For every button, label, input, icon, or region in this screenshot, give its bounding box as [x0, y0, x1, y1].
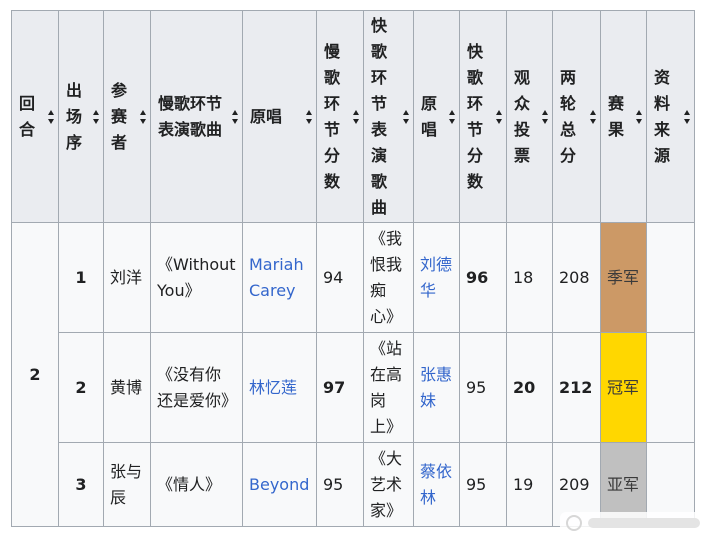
audience-cell: 18: [506, 222, 553, 333]
slow-song-title: 《没有你还是爱你》: [157, 364, 238, 410]
contestant-name: 黄博: [110, 377, 143, 397]
sort-icon: [306, 109, 313, 124]
fast-song-title: 《我恨我痴心》: [370, 228, 403, 326]
source-cell: [646, 332, 695, 443]
header-source[interactable]: 资料来源: [646, 10, 695, 223]
slow-song-title: 《Without You》: [157, 254, 236, 300]
header-slow-score[interactable]: 慢歌环节分数: [316, 10, 364, 223]
fast-score-cell: 95: [459, 442, 507, 527]
contestant-name: 张与辰: [110, 461, 143, 507]
result-label: 亚军: [607, 474, 640, 494]
fast-score: 96: [466, 267, 489, 287]
fast-original-link[interactable]: 刘德华: [414, 252, 459, 304]
slow-score-cell: 97: [316, 332, 364, 443]
fast-original-cell: 张惠妹: [413, 332, 460, 443]
sort-icon: [449, 109, 456, 124]
slow-song-title: 《情人》: [157, 474, 222, 494]
slow-original-link[interactable]: 林忆莲: [243, 375, 316, 401]
header-audience-vote[interactable]: 观众投票: [506, 10, 553, 223]
fast-score: 95: [466, 474, 487, 494]
sort-icon: [140, 109, 147, 124]
result-label: 冠军: [607, 377, 640, 397]
order-cell: 2: [58, 332, 104, 443]
source-cell: [646, 222, 695, 333]
slow-original-cell: Mariah Carey: [242, 222, 317, 333]
header-slow-original[interactable]: 原唱: [242, 10, 317, 223]
results-table: 回合 出场序 参赛者 慢歌环节表演歌曲 原唱 慢歌环节分数 快歌环节表演歌曲 原…: [11, 10, 695, 527]
contestant-name: 刘洋: [110, 267, 143, 287]
fast-original-link[interactable]: 蔡依林: [414, 459, 459, 511]
contestant-cell: 张与辰: [103, 442, 151, 527]
result-label: 季军: [607, 267, 640, 287]
header-fast-original[interactable]: 原唱: [413, 10, 460, 223]
header-contestant[interactable]: 参赛者: [103, 10, 151, 223]
contestant-cell: 刘洋: [103, 222, 151, 333]
fast-song-title: 《大艺术家》: [370, 448, 403, 520]
result-cell: 季军: [600, 222, 647, 333]
fast-original-cell: 刘德华: [413, 222, 460, 333]
sort-icon: [232, 109, 239, 124]
watermark-bar: [588, 518, 700, 528]
header-label: 慢歌环节表演歌曲: [158, 93, 223, 139]
fast-song-title: 《站在高岗上》: [370, 338, 403, 436]
result-cell: 冠军: [600, 332, 647, 443]
total-score: 208: [559, 267, 590, 287]
slow-original-cell: Beyond: [242, 442, 317, 527]
order-cell: 1: [58, 222, 104, 333]
sort-icon: [496, 109, 503, 124]
sort-icon: [542, 109, 549, 124]
audience-vote: 20: [513, 377, 536, 397]
header-slow-song[interactable]: 慢歌环节表演歌曲: [150, 10, 243, 223]
total-score: 212: [559, 377, 593, 397]
sort-icon: [403, 109, 410, 124]
audience-cell: 20: [506, 332, 553, 443]
order-cell: 3: [58, 442, 104, 527]
sort-icon: [636, 109, 643, 124]
header-round[interactable]: 回合: [11, 10, 59, 223]
sort-icon: [590, 109, 597, 124]
audience-vote: 18: [513, 267, 534, 287]
contestant-cell: 黄博: [103, 332, 151, 443]
header-total[interactable]: 两轮总分: [552, 10, 601, 223]
fast-score-cell: 96: [459, 222, 507, 333]
round-cell: 2: [11, 222, 59, 527]
table-row: 2 1 刘洋 《Without You》 Mariah Carey 94 《我恨…: [11, 222, 695, 527]
table-row: 2 黄博 《没有你还是爱你》 林忆莲 97 《站在高岗上》 张惠妹 95 20 …: [12, 332, 695, 443]
total-score: 209: [559, 474, 590, 494]
sort-icon: [93, 109, 100, 124]
fast-song-cell: 《大艺术家》: [363, 442, 414, 527]
fast-song-cell: 《站在高岗上》: [363, 332, 414, 443]
slow-song-cell: 《情人》: [150, 442, 243, 527]
fast-score: 95: [466, 377, 487, 397]
fast-original-cell: 蔡依林: [413, 442, 460, 527]
total-cell: 212: [552, 332, 601, 443]
slow-song-cell: 《没有你还是爱你》: [150, 332, 243, 443]
sort-icon: [353, 109, 360, 124]
slow-score-cell: 94: [316, 222, 364, 333]
fast-original-link[interactable]: 张惠妹: [414, 362, 459, 414]
sort-icon: [48, 109, 55, 124]
audience-cell: 19: [506, 442, 553, 527]
fast-score-cell: 95: [459, 332, 507, 443]
watermark-logo-icon: [566, 515, 582, 531]
slow-score-cell: 95: [316, 442, 364, 527]
slow-original-link[interactable]: Mariah Carey: [243, 252, 316, 304]
slow-original-cell: 林忆莲: [242, 332, 317, 443]
sort-icon: [684, 109, 691, 124]
header-fast-score[interactable]: 快歌环节分数: [459, 10, 507, 223]
header-result[interactable]: 赛果: [600, 10, 647, 223]
slow-song-cell: 《Without You》: [150, 222, 243, 333]
header-order[interactable]: 出场序: [58, 10, 104, 223]
audience-vote: 19: [513, 474, 534, 494]
slow-score: 97: [323, 377, 346, 397]
header-row: 回合 出场序 参赛者 慢歌环节表演歌曲 原唱 慢歌环节分数 快歌环节表演歌曲 原…: [11, 10, 695, 223]
total-cell: 208: [552, 222, 601, 333]
slow-original-link[interactable]: Beyond: [243, 472, 316, 498]
fast-song-cell: 《我恨我痴心》: [363, 222, 414, 333]
slow-score: 95: [323, 474, 344, 494]
watermark: [560, 512, 706, 534]
slow-score: 94: [323, 267, 344, 287]
header-fast-song[interactable]: 快歌环节表演歌曲: [363, 10, 414, 223]
